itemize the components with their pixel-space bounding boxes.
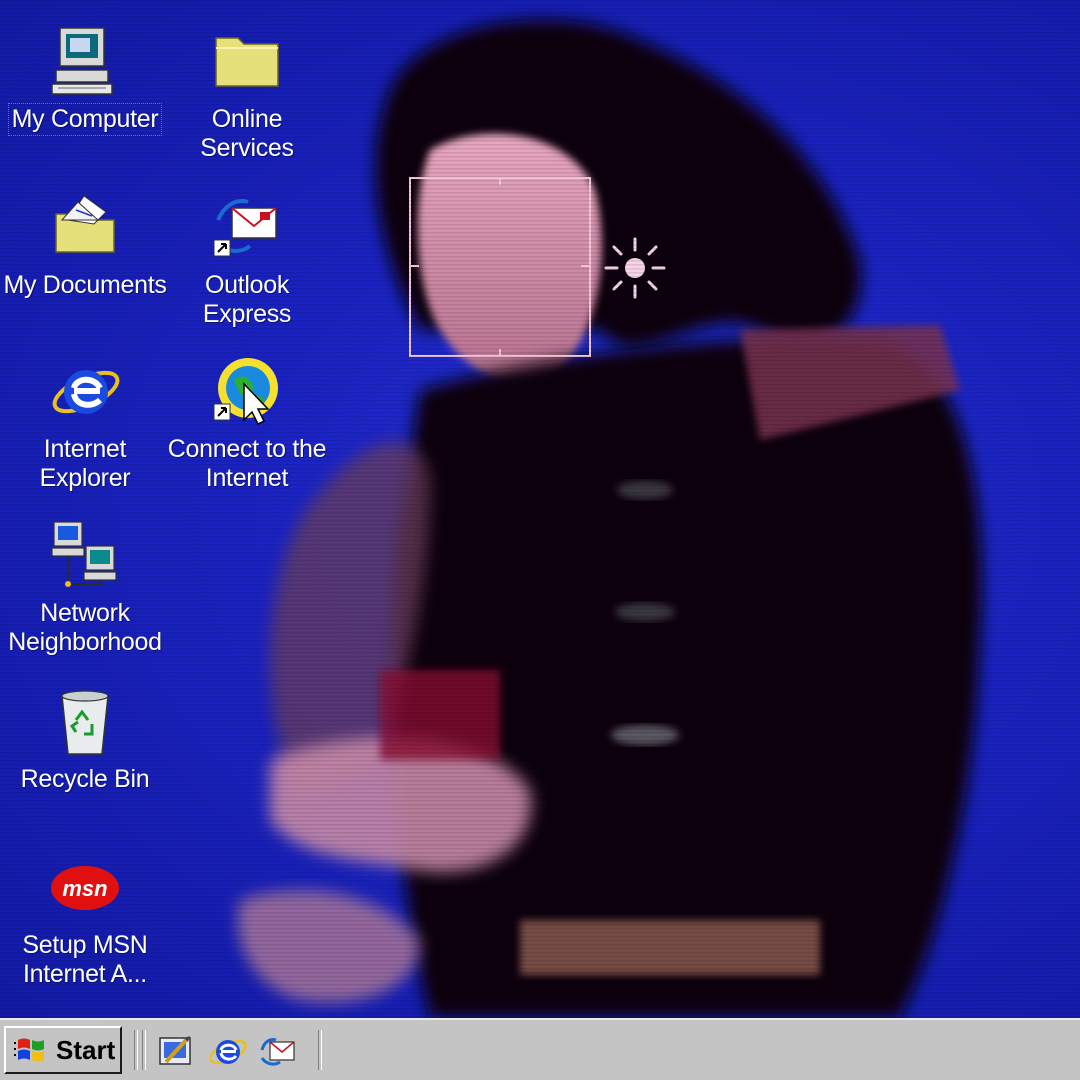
icon-label: My Computer	[7, 103, 163, 136]
my-computer-icon	[51, 27, 113, 95]
icon-label: Online Services	[200, 105, 294, 162]
my-documents-icon	[55, 195, 115, 253]
start-button[interactable]: Start	[4, 1026, 122, 1074]
desktop-icon-internet-explorer[interactable]: Internet Explorer	[0, 354, 170, 494]
desktop[interactable]: My Computer Online Services My Documents…	[0, 0, 1080, 1018]
desktop-icon-network-neighborhood[interactable]: Network Neighborhood	[0, 518, 170, 658]
icon-label: Outlook Express	[202, 271, 292, 328]
icon-label: Recycle Bin	[20, 765, 150, 793]
internet-explorer-icon[interactable]	[208, 1032, 248, 1070]
internet-explorer-icon	[52, 370, 120, 414]
outlook-express-icon[interactable]	[258, 1032, 298, 1070]
icon-label: Connect to the Internet	[167, 435, 327, 492]
desktop-icon-recycle-bin[interactable]: Recycle Bin	[0, 684, 170, 795]
show-desktop-icon[interactable]	[156, 1032, 196, 1070]
taskbar-separator	[134, 1030, 138, 1070]
connect-to-internet-icon	[213, 358, 278, 426]
network-neighborhood-icon	[51, 521, 117, 587]
desktop-icon-my-documents[interactable]: My Documents	[0, 190, 170, 301]
icon-label: Internet Explorer	[39, 435, 131, 492]
outlook-express-icon	[213, 199, 277, 257]
taskbar: Start	[0, 1018, 1080, 1080]
desktop-icon-connect-to-internet[interactable]: Connect to the Internet	[162, 354, 332, 494]
msn-icon: msn	[51, 866, 119, 910]
icon-label: Setup MSN Internet A...	[22, 931, 148, 988]
taskbar-separator	[142, 1030, 146, 1070]
svg-text:msn: msn	[62, 876, 107, 901]
face-frame	[409, 177, 591, 357]
sun-icon	[604, 237, 666, 299]
folder-icon	[215, 37, 279, 87]
icon-label: Network Neighborhood	[8, 599, 162, 656]
taskbar-separator	[318, 1030, 322, 1070]
start-label: Start	[56, 1034, 116, 1065]
recycle-bin-icon	[61, 690, 109, 755]
desktop-icon-setup-msn[interactable]: msn Setup MSN Internet A...	[0, 850, 170, 990]
icon-label: My Documents	[3, 271, 167, 299]
desktop-icon-my-computer[interactable]: My Computer	[0, 24, 170, 136]
desktop-icon-online-services[interactable]: Online Services	[162, 24, 332, 164]
desktop-icon-outlook-express[interactable]: Outlook Express	[162, 190, 332, 330]
windows-logo-icon	[14, 1038, 44, 1062]
